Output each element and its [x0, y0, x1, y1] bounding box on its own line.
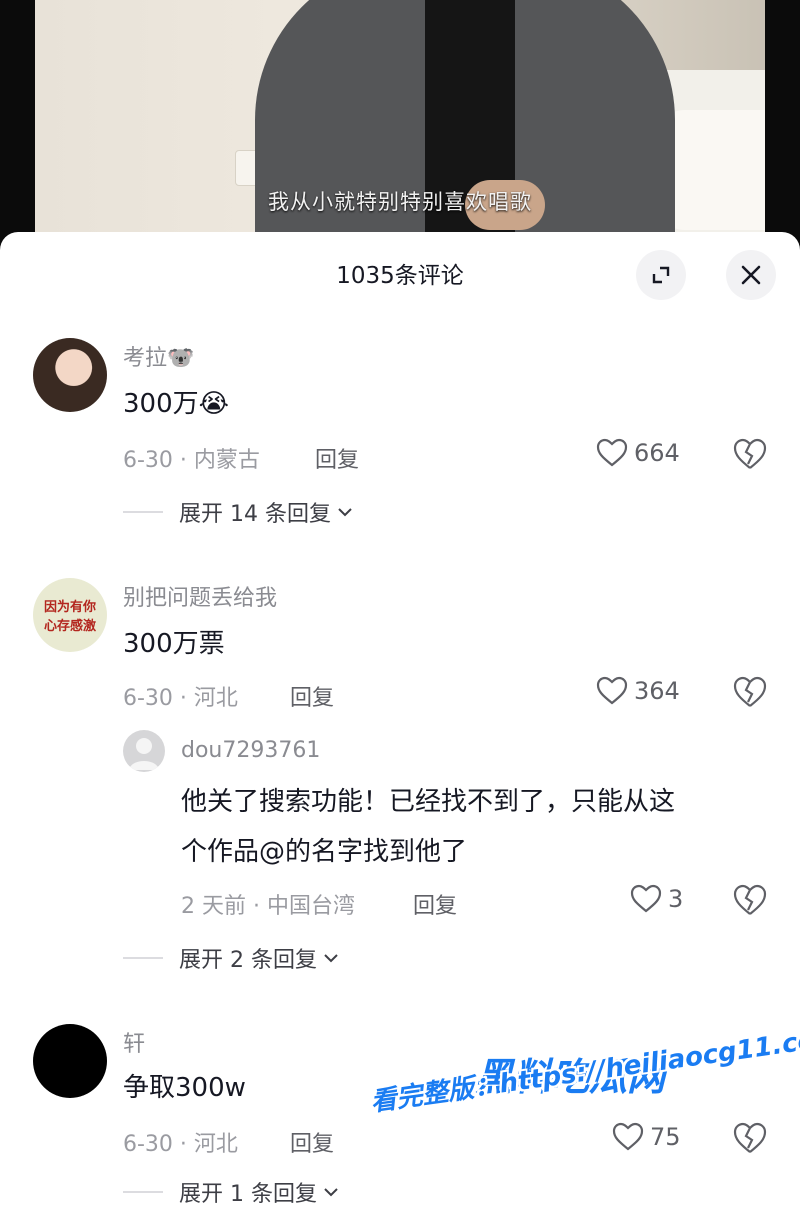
divider-line — [123, 511, 163, 513]
reply-meta: 2 天前 · 中国台湾 — [181, 894, 355, 919]
like-button[interactable]: 3 — [630, 884, 683, 914]
comment-meta: 6-30 · 河北 — [123, 686, 238, 711]
avatar[interactable] — [33, 338, 107, 412]
heart-icon — [596, 438, 628, 467]
like-count: 3 — [668, 885, 684, 913]
like-count: 664 — [634, 439, 680, 467]
reply-button[interactable]: 回复 — [315, 442, 359, 474]
dislike-icon[interactable] — [732, 882, 768, 918]
close-button[interactable] — [726, 250, 776, 300]
expand-replies-label: 展开 2 条回复 — [179, 948, 317, 973]
avatar[interactable] — [33, 1024, 107, 1098]
dislike-icon[interactable] — [732, 436, 768, 472]
avatar-text: 因为有你 — [43, 600, 96, 615]
reply-username[interactable]: dou7293761 — [181, 738, 320, 763]
reply-text-line: 个作品@的名字找到他了 — [181, 837, 468, 867]
dislike-icon[interactable] — [732, 674, 768, 710]
video-subtitle: 我从小就特别特别喜欢唱歌 — [268, 190, 532, 214]
comment-username[interactable]: 别把问题丢给我 — [123, 580, 277, 612]
expand-replies[interactable]: 展开 2 条回复 — [123, 942, 341, 974]
expand-icon — [652, 266, 670, 284]
expand-replies[interactable]: 展开 1 条回复 — [123, 1176, 341, 1208]
video-player[interactable]: 我从小就特别特别喜欢唱歌 — [0, 0, 800, 250]
comment-username[interactable]: 轩 — [123, 1026, 145, 1058]
close-icon — [741, 265, 761, 285]
expand-button[interactable] — [636, 250, 686, 300]
reply-button[interactable]: 回复 — [290, 1126, 334, 1158]
dislike-icon[interactable] — [732, 1120, 768, 1156]
like-count: 75 — [650, 1123, 681, 1151]
heart-icon — [596, 676, 628, 705]
comment-username[interactable]: 考拉🐨 — [123, 340, 194, 372]
expand-replies[interactable]: 展开 14 条回复 — [123, 496, 355, 528]
comment-text: 300万票 — [123, 629, 225, 659]
chevron-down-icon — [324, 1188, 338, 1197]
divider-line — [123, 1191, 163, 1193]
avatar[interactable] — [123, 730, 165, 772]
comment-meta: 6-30 · 河北 — [123, 1132, 238, 1157]
chevron-down-icon — [324, 954, 338, 963]
expand-replies-label: 展开 14 条回复 — [179, 502, 331, 527]
comment-text: 争取300w — [123, 1073, 246, 1103]
default-avatar-icon — [129, 738, 159, 770]
like-button[interactable]: 364 — [596, 676, 680, 706]
heart-icon — [612, 1122, 644, 1151]
like-count: 364 — [634, 677, 680, 705]
expand-replies-label: 展开 1 条回复 — [179, 1182, 317, 1207]
divider-line — [123, 957, 163, 959]
like-button[interactable]: 664 — [596, 438, 680, 468]
like-button[interactable]: 75 — [612, 1122, 681, 1152]
reply-button[interactable]: 回复 — [290, 680, 334, 712]
avatar[interactable]: 因为有你 心存感激 — [33, 578, 107, 652]
reply-text-line: 他关了搜索功能！已经找不到了，只能从这 — [181, 787, 676, 817]
chevron-down-icon — [338, 508, 352, 517]
reply-button[interactable]: 回复 — [413, 888, 457, 920]
comment-text: 300万😭 — [123, 389, 230, 419]
avatar-text: 心存感激 — [43, 619, 96, 634]
comment-meta: 6-30 · 内蒙古 — [123, 448, 260, 473]
heart-icon — [630, 884, 662, 913]
